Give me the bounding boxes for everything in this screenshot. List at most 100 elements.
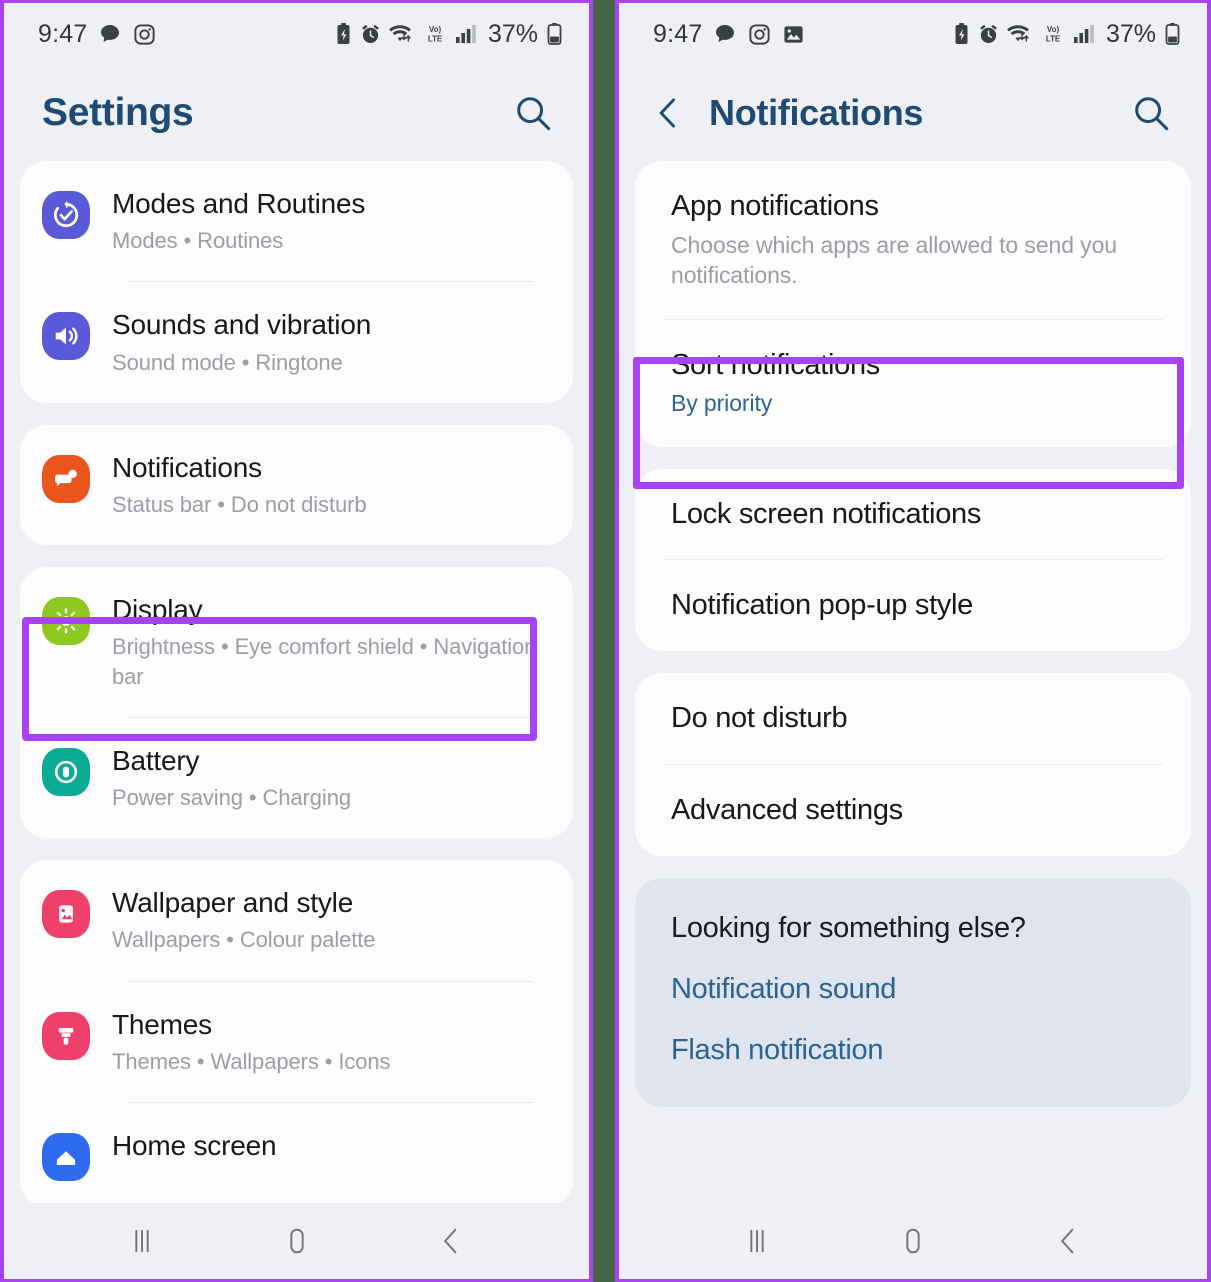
volte-icon: Vo) LTE: [423, 22, 447, 46]
battery-icon: [1164, 22, 1181, 46]
svg-text:LTE: LTE: [428, 34, 442, 43]
svg-text:Vo): Vo): [1047, 25, 1060, 34]
settings-scroll-area[interactable]: Modes and Routines Modes • Routines Soun…: [4, 161, 589, 1279]
alarm-icon: [360, 23, 381, 45]
page-title: Settings: [42, 91, 194, 134]
navigation-bar-right: [619, 1203, 1207, 1279]
svg-text:LTE: LTE: [1046, 34, 1060, 43]
settings-row-subtitle: Status bar • Do not disturb: [112, 491, 367, 517]
notifications-bubble-icon: [42, 454, 90, 503]
settings-row-texts: Display Brightness • Eye comfort shield …: [112, 593, 553, 691]
settings-row-notifications[interactable]: Notifications Status bar • Do not distur…: [20, 425, 573, 545]
wifi-icon: [389, 23, 415, 45]
notifications-row-app-notifications[interactable]: App notifications Choose which apps are …: [635, 161, 1191, 319]
volte-icon: Vo) LTE: [1041, 22, 1065, 46]
settings-row-texts: Modes and Routines Modes • Routines: [112, 187, 553, 255]
home-icon[interactable]: [262, 1214, 332, 1268]
row-title: Advanced settings: [671, 794, 903, 827]
settings-row-title: Wallpaper and style: [112, 887, 354, 919]
search-icon[interactable]: [507, 87, 559, 139]
settings-row-texts: Wallpaper and style Wallpapers • Colour …: [112, 886, 553, 954]
settings-row-subtitle: Brightness • Eye comfort shield • Naviga…: [112, 634, 537, 689]
settings-row-subtitle: Themes • Wallpapers • Icons: [112, 1048, 391, 1074]
status-bar-left: 9:47 Vo) LTE 37%: [4, 3, 589, 65]
sound-volume-icon: [42, 312, 90, 361]
search-icon[interactable]: [1125, 87, 1177, 139]
signal-icon: [1073, 23, 1095, 45]
settings-group: Display Brightness • Eye comfort shield …: [20, 567, 573, 839]
settings-group: Modes and Routines Modes • Routines Soun…: [20, 161, 573, 403]
right-phone-screen: 9:47 Vo) LTE 37% Notifications App notif…: [615, 0, 1211, 1282]
speech-bubble-icon: [98, 22, 122, 46]
notifications-row-notification-pop-up-style[interactable]: Notification pop-up style: [635, 560, 1191, 651]
row-title: Sort notifications: [671, 348, 880, 381]
navigation-bar-left: [4, 1203, 589, 1279]
notifications-group: Do not disturb Advanced settings: [635, 673, 1191, 856]
status-bar-left-group: 9:47: [653, 20, 805, 49]
battery-circle-icon: [42, 747, 90, 796]
settings-row-modes-and-routines[interactable]: Modes and Routines Modes • Routines: [20, 161, 573, 281]
settings-row-sounds-and-vibration[interactable]: Sounds and vibration Sound mode • Ringto…: [20, 282, 573, 402]
settings-row-title: Themes: [112, 1008, 212, 1040]
modes-routines-icon: [42, 191, 90, 239]
back-icon[interactable]: [1034, 1214, 1104, 1268]
settings-group: Wallpaper and style Wallpapers • Colour …: [20, 860, 573, 1208]
battery-icon: [546, 22, 563, 46]
hint-title: Looking for something else?: [671, 911, 1026, 944]
settings-row-wallpaper-and-style[interactable]: Wallpaper and style Wallpapers • Colour …: [20, 860, 573, 980]
settings-row-subtitle: Power saving • Charging: [112, 785, 351, 811]
notifications-header: Notifications: [619, 65, 1207, 161]
battery-percent: 37%: [487, 19, 538, 48]
settings-row-subtitle: Sound mode • Ringtone: [112, 349, 343, 375]
alarm-icon: [978, 23, 999, 45]
settings-group: Notifications Status bar • Do not distur…: [20, 424, 573, 546]
settings-list: Modes and Routines Modes • Routines Soun…: [4, 161, 589, 1208]
home-icon[interactable]: [878, 1214, 948, 1268]
settings-row-texts: Notifications Status bar • Do not distur…: [112, 451, 553, 519]
settings-header: Settings: [4, 65, 589, 161]
page-title: Notifications: [709, 92, 924, 133]
settings-row-subtitle: Wallpapers • Colour palette: [112, 927, 376, 953]
settings-row-title: Notifications: [112, 451, 262, 483]
settings-row-title: Sounds and vibration: [112, 309, 372, 341]
status-time: 9:47: [653, 19, 703, 48]
recents-icon[interactable]: [107, 1214, 177, 1268]
settings-row-display[interactable]: Display Brightness • Eye comfort shield …: [20, 567, 573, 717]
row-title: Lock screen notifications: [671, 497, 982, 530]
home-screen-icon: [42, 1133, 90, 1182]
battery-saver-icon: [335, 22, 352, 46]
svg-text:Vo): Vo): [429, 25, 442, 34]
settings-row-home-screen[interactable]: Home screen: [20, 1103, 573, 1207]
notifications-group: App notifications Choose which apps are …: [635, 161, 1191, 447]
settings-row-texts: Battery Power saving • Charging: [112, 744, 553, 812]
settings-row-texts: Home screen: [112, 1129, 553, 1163]
notifications-scroll-area[interactable]: App notifications Choose which apps are …: [619, 161, 1207, 1279]
hint-link-flash-notification[interactable]: Flash notification: [671, 1034, 1155, 1067]
status-time: 9:47: [38, 19, 88, 48]
chevron-left-icon[interactable]: [643, 87, 695, 139]
left-phone-screen: 9:47 Vo) LTE 37% Settings Modes and Rout…: [0, 0, 593, 1282]
recents-icon[interactable]: [722, 1214, 792, 1268]
dual-screenshot-container: 9:47 Vo) LTE 37% Settings Modes and Rout…: [0, 0, 1211, 1282]
settings-row-title: Home screen: [112, 1130, 277, 1162]
notifications-row-do-not-disturb[interactable]: Do not disturb: [635, 673, 1191, 764]
instagram-icon: [133, 23, 156, 46]
image-icon: [782, 23, 805, 46]
notifications-row-advanced-settings[interactable]: Advanced settings: [635, 765, 1191, 856]
status-bar-left-group: 9:47: [38, 20, 156, 49]
notifications-list: App notifications Choose which apps are …: [619, 161, 1207, 1107]
signal-icon: [455, 23, 477, 45]
notifications-row-lock-screen-notifications[interactable]: Lock screen notifications: [635, 469, 1191, 560]
settings-row-battery[interactable]: Battery Power saving • Charging: [20, 718, 573, 838]
instagram-icon: [748, 23, 771, 46]
looking-for-something-else-card: Looking for something else? Notification…: [635, 877, 1191, 1107]
row-title: Do not disturb: [671, 702, 848, 735]
settings-row-texts: Sounds and vibration Sound mode • Ringto…: [112, 308, 553, 376]
settings-row-title: Modes and Routines: [112, 188, 366, 219]
hint-link-notification-sound[interactable]: Notification sound: [671, 973, 1155, 1006]
notifications-row-sort-notifications[interactable]: Sort notifications By priority: [635, 320, 1191, 447]
back-icon[interactable]: [417, 1214, 487, 1268]
notifications-group: Lock screen notifications Notification p…: [635, 468, 1191, 652]
wallpaper-image-icon: [42, 890, 90, 939]
settings-row-themes[interactable]: Themes Themes • Wallpapers • Icons: [20, 982, 573, 1102]
